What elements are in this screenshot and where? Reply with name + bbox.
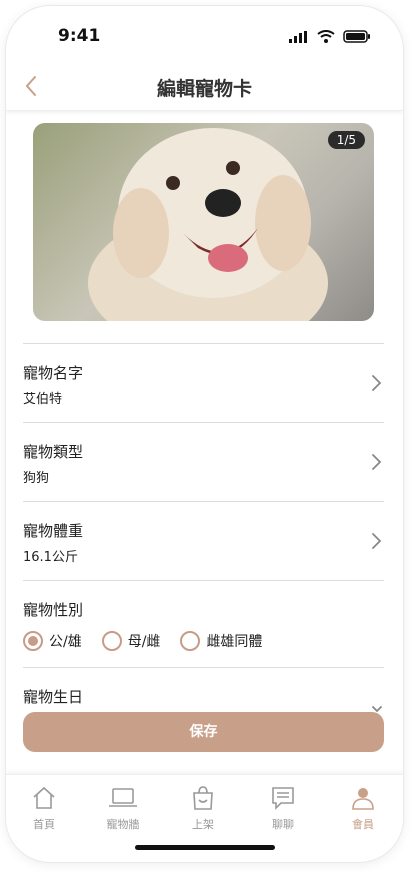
- battery-icon: [343, 28, 371, 47]
- gender-radio-group: 公/雄 母/雌 雌雄同體: [23, 631, 262, 651]
- status-bar: 9:41: [6, 6, 403, 64]
- signal-icon: [289, 28, 309, 47]
- tab-label: 聊聊: [272, 818, 294, 831]
- radio-label: 公/雄: [49, 634, 82, 650]
- radio-female[interactable]: 母/雌: [101, 631, 161, 651]
- tab-listing[interactable]: 上架: [168, 785, 238, 832]
- radio-circle: [101, 631, 122, 651]
- tab-label: 首頁: [33, 818, 55, 831]
- tab-label: 寵物牆: [106, 818, 140, 831]
- field-pet-type[interactable]: 寵物類型 狗狗: [23, 422, 384, 501]
- photo-pager: 1/5: [327, 131, 365, 149]
- home-indicator: [135, 845, 275, 850]
- radio-label: 母/雌: [127, 634, 161, 650]
- pet-photo[interactable]: 1/5: [33, 123, 374, 321]
- field-value: 16.1公斤: [23, 550, 78, 565]
- status-icons: [289, 28, 371, 47]
- field-label: 寵物生日: [23, 688, 84, 706]
- home-icon: [9, 785, 79, 811]
- field-value: 狗狗: [23, 471, 50, 486]
- field-label: 寵物體重: [23, 522, 84, 540]
- tab-home[interactable]: 首頁: [9, 785, 79, 832]
- field-label: 寵物性別: [23, 601, 84, 619]
- field-value: 艾伯特: [23, 392, 63, 407]
- dog-photo-illustration: [88, 128, 328, 321]
- chevron-right-icon: [370, 532, 384, 550]
- field-pet-gender: 寵物性別 公/雄 母/雌 雌雄同體: [23, 580, 384, 667]
- tab-pet-wall[interactable]: 寵物牆: [88, 785, 158, 832]
- user-icon: [328, 785, 398, 811]
- field-pet-name[interactable]: 寵物名字 艾伯特: [23, 343, 384, 422]
- wifi-icon: [317, 28, 335, 47]
- save-button[interactable]: 保存: [23, 712, 384, 752]
- chat-icon: [248, 785, 318, 811]
- radio-circle: [180, 631, 201, 651]
- field-pet-weight[interactable]: 寵物體重 16.1公斤: [23, 501, 384, 580]
- tab-chat[interactable]: 聊聊: [248, 785, 318, 832]
- status-time: 9:41: [58, 26, 101, 46]
- chevron-right-icon: [370, 374, 384, 392]
- content-area: 1/5 寵物名字 艾伯特 寵物類型 狗狗 寵物體重 16.1公斤 寵物性別 公/…: [6, 110, 403, 780]
- field-label: 寵物名字: [23, 364, 84, 382]
- phone-frame: 9:41 編輯寵物卡 1/5 寵物名字 艾伯特 寵物類型 狗狗 寵物體重 16.…: [6, 6, 403, 862]
- nav-header: 編輯寵物卡: [6, 64, 403, 111]
- laptop-icon: [88, 785, 158, 811]
- field-label: 寵物類型: [23, 443, 84, 461]
- chevron-right-icon: [370, 453, 384, 471]
- tab-label: 上架: [192, 818, 214, 831]
- radio-hermaphrodite[interactable]: 雌雄同體: [180, 631, 262, 651]
- tab-bar: 首頁 寵物牆 上架 聊聊 會員: [6, 774, 403, 841]
- tab-member[interactable]: 會員: [328, 785, 398, 832]
- page-title: 編輯寵物卡: [156, 78, 252, 100]
- radio-circle-selected: [23, 631, 43, 651]
- radio-male[interactable]: 公/雄: [23, 631, 82, 651]
- tab-label: 會員: [352, 818, 374, 831]
- bag-icon: [168, 785, 238, 811]
- radio-label: 雌雄同體: [206, 634, 263, 650]
